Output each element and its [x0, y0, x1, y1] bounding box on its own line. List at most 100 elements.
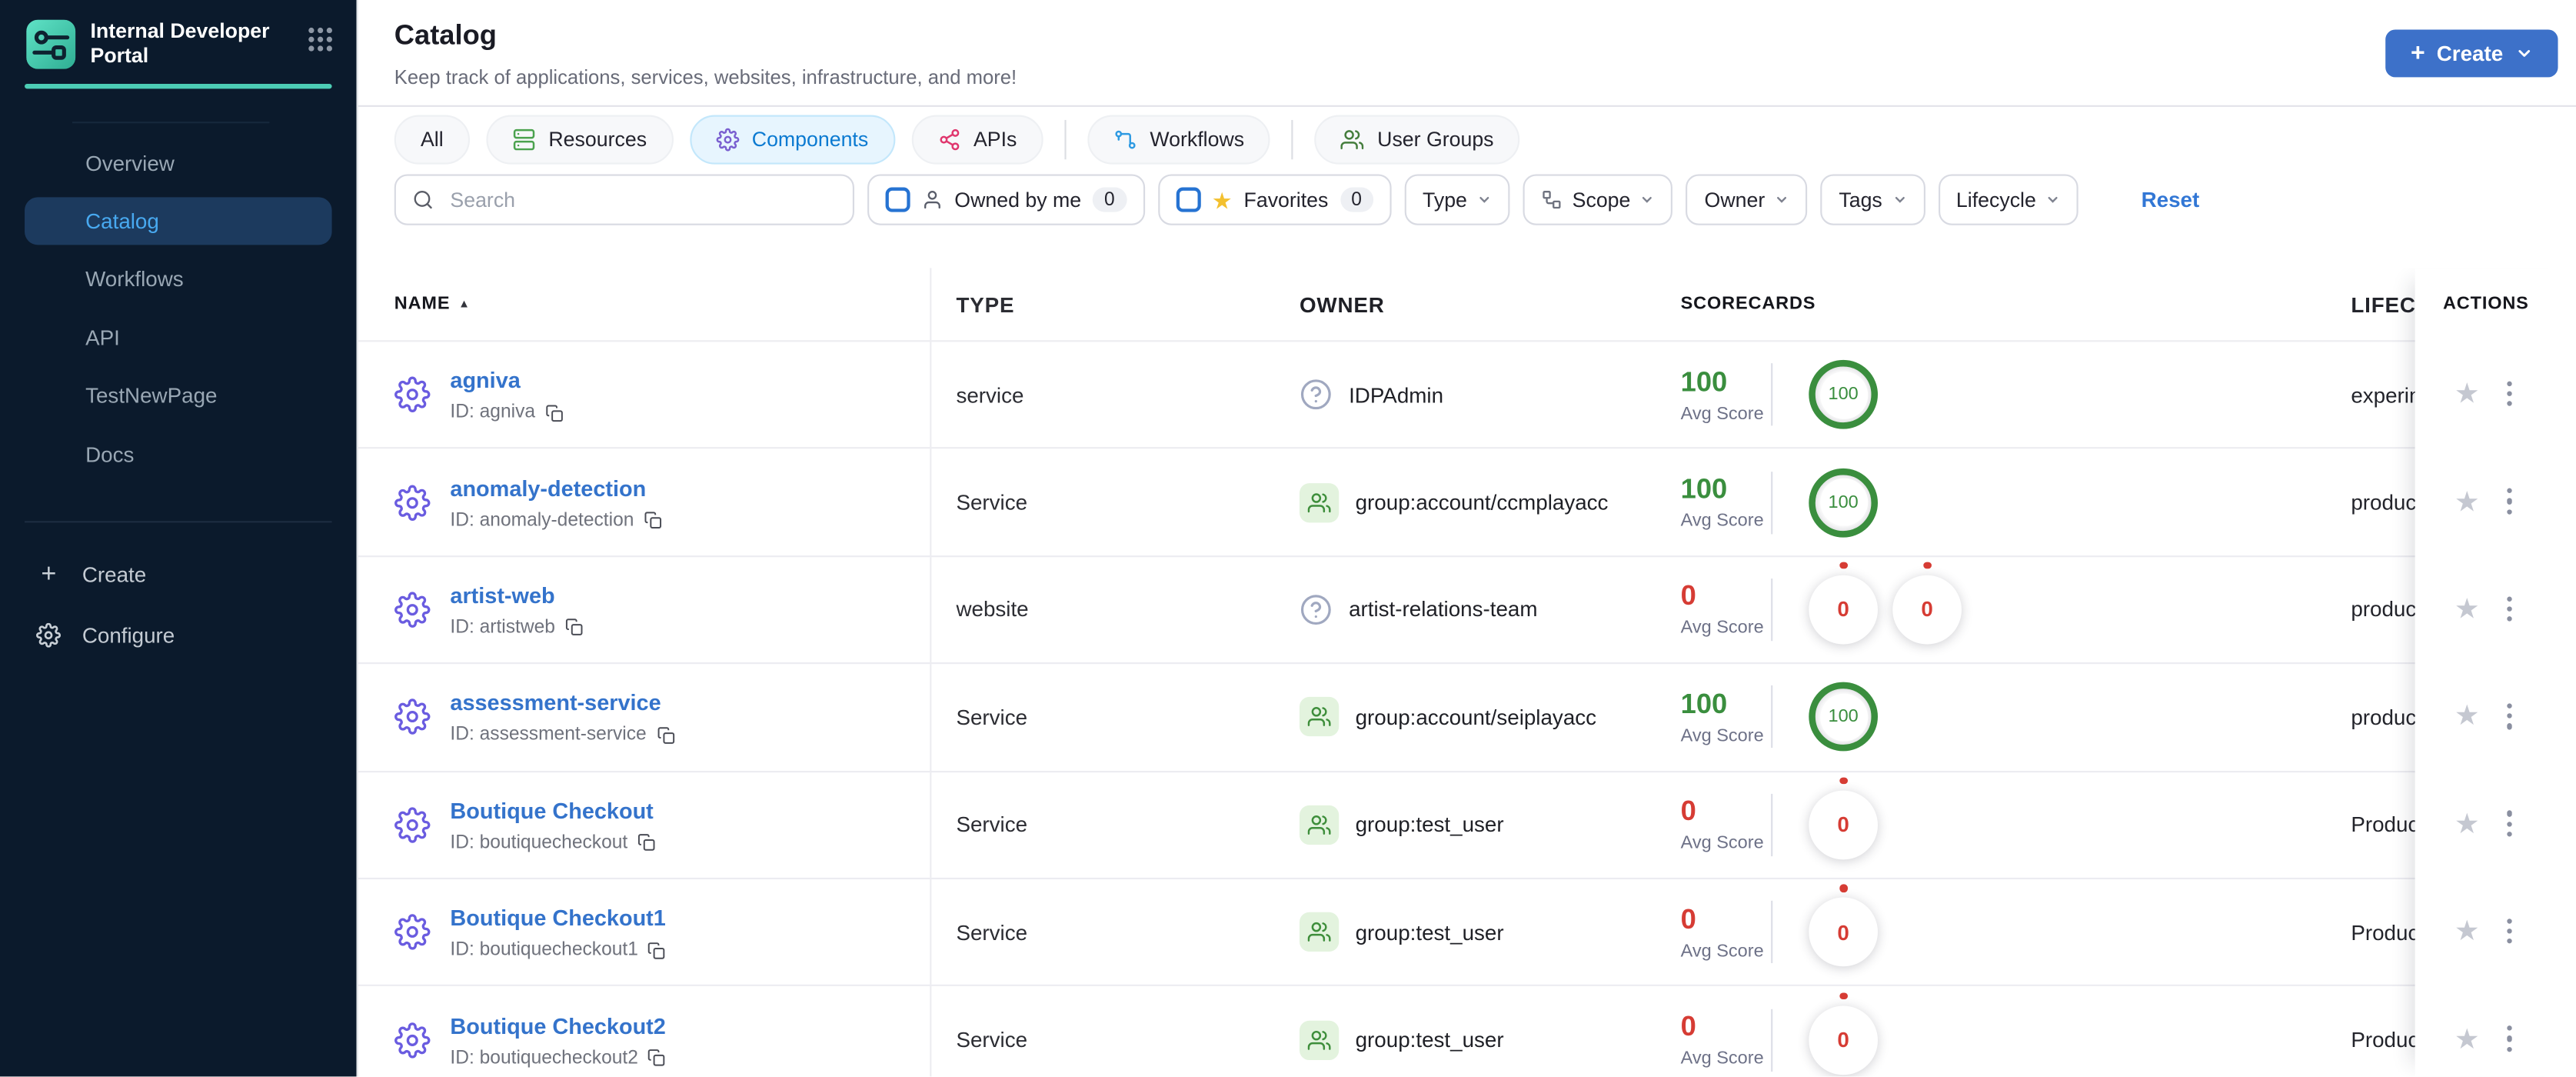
- internal-developer-portal-app: Internal Developer Portal Overview Catal…: [0, 0, 2576, 1077]
- sidebar-item-overview[interactable]: Overview: [0, 134, 357, 192]
- sidebar-divider: [25, 521, 332, 523]
- tab-user-groups[interactable]: User Groups: [1314, 114, 1520, 164]
- scope-tree-icon: [1543, 191, 1561, 209]
- copy-icon[interactable]: [648, 941, 667, 959]
- entity-name-link[interactable]: anomaly-detection: [450, 476, 646, 501]
- entity-name-link[interactable]: artist-web: [450, 583, 554, 608]
- entity-name-link[interactable]: assessment-service: [450, 691, 661, 715]
- scorecard-score-ring[interactable]: 0: [1809, 562, 1879, 645]
- brand: Internal Developer Portal: [0, 0, 357, 69]
- sidebar-item-testnewpage[interactable]: TestNewPage: [0, 366, 357, 425]
- table-row[interactable]: artist-web ID: artistweb website artist-…: [358, 555, 2576, 663]
- favorite-star-icon[interactable]: ★: [2455, 595, 2480, 622]
- owned-by-me-checkbox[interactable]: [885, 187, 910, 212]
- type-dropdown-label: Type: [1423, 188, 1467, 212]
- main-content: Catalog Keep track of applications, serv…: [356, 0, 2576, 1077]
- score-divider: [1771, 685, 1773, 749]
- copy-icon[interactable]: [565, 619, 584, 637]
- sidebar-configure-label: Configure: [82, 622, 175, 648]
- type-dropdown[interactable]: Type: [1404, 174, 1510, 225]
- owner-name: group:test_user: [1355, 919, 1504, 945]
- kebab-menu-icon[interactable]: [2507, 811, 2513, 837]
- owner-dropdown[interactable]: Owner: [1686, 174, 1808, 225]
- favorite-star-icon[interactable]: ★: [2455, 488, 2480, 515]
- sidebar-create-button[interactable]: + Create: [0, 544, 357, 605]
- column-header-owner: OWNER: [1299, 292, 1385, 317]
- server-icon: [513, 128, 535, 150]
- table-row[interactable]: agniva ID: agniva service IDPAdmin 100 Av…: [358, 340, 2576, 448]
- unknown-owner-icon: [1300, 379, 1331, 410]
- table-row[interactable]: anomaly-detection ID: anomaly-detection …: [358, 447, 2576, 555]
- kebab-menu-icon[interactable]: [2507, 919, 2513, 945]
- scorecard-score-ring[interactable]: 0: [1892, 562, 1962, 645]
- favorite-star-icon[interactable]: ★: [2455, 917, 2480, 945]
- favorites-checkbox[interactable]: [1175, 187, 1200, 212]
- entity-name-link[interactable]: Boutique Checkout1: [450, 906, 665, 931]
- tab-all[interactable]: All: [394, 114, 470, 164]
- scorecard-score-ring[interactable]: 0: [1809, 992, 1879, 1075]
- copy-icon[interactable]: [637, 834, 656, 852]
- scope-dropdown[interactable]: Scope: [1523, 174, 1673, 225]
- avg-score-label: Avg Score: [1680, 403, 1764, 424]
- scorecard-score-ring[interactable]: 100: [1809, 682, 1879, 752]
- favorite-star-icon[interactable]: ★: [2455, 702, 2480, 730]
- column-header-scorecards: SCORECARDS: [1680, 294, 1816, 315]
- avg-score-value: 100: [1680, 365, 1728, 398]
- tab-resources[interactable]: Resources: [486, 114, 674, 164]
- owner-dropdown-label: Owner: [1704, 188, 1766, 212]
- chevron-down-icon: [2518, 50, 2530, 57]
- entity-name-link[interactable]: Boutique Checkout2: [450, 1013, 665, 1038]
- table-row[interactable]: Boutique Checkout1 ID: boutiquecheckout1…: [358, 877, 2576, 985]
- scorecard-score-ring[interactable]: 0: [1809, 777, 1879, 859]
- kebab-menu-icon[interactable]: [2507, 703, 2513, 729]
- kebab-menu-icon[interactable]: [2507, 381, 2513, 407]
- entity-name-link[interactable]: Boutique Checkout: [450, 799, 653, 823]
- copy-icon[interactable]: [545, 404, 564, 422]
- favorites-filter[interactable]: ★ Favorites 0: [1157, 174, 1392, 225]
- apps-grid-icon[interactable]: [308, 26, 334, 52]
- entity-id: ID: boutiquecheckout: [450, 832, 628, 853]
- copy-icon[interactable]: [648, 1049, 667, 1067]
- sidebar-item-catalog[interactable]: Catalog: [25, 197, 332, 245]
- favorite-star-icon[interactable]: ★: [2455, 810, 2480, 838]
- table-row[interactable]: Boutique Checkout ID: boutiquecheckout S…: [358, 770, 2576, 878]
- copy-icon[interactable]: [657, 726, 675, 745]
- table-row[interactable]: Boutique Checkout2 ID: boutiquecheckout2…: [358, 985, 2576, 1077]
- reset-filters-link[interactable]: Reset: [2142, 188, 2200, 212]
- favorite-star-icon[interactable]: ★: [2455, 1025, 2480, 1052]
- page-subtitle: Keep track of applications, services, we…: [394, 65, 1017, 89]
- search-input[interactable]: [447, 186, 837, 213]
- sidebar-configure-button[interactable]: Configure: [0, 605, 357, 665]
- owned-by-me-filter[interactable]: Owned by me 0: [867, 174, 1145, 225]
- tab-apis[interactable]: APIs: [910, 114, 1043, 164]
- tab-separator: [1064, 118, 1067, 159]
- scorecard-score-ring[interactable]: 100: [1809, 468, 1879, 537]
- create-button[interactable]: + Create: [2385, 29, 2558, 78]
- scorecard-score-ring[interactable]: 0: [1809, 884, 1879, 967]
- sidebar-item-docs[interactable]: Docs: [0, 425, 357, 483]
- sidebar-item-api[interactable]: API: [0, 308, 357, 367]
- component-gear-icon: [394, 914, 431, 950]
- lifecycle-dropdown-label: Lifecycle: [1955, 188, 2036, 212]
- kebab-menu-icon[interactable]: [2507, 488, 2513, 515]
- column-header-name[interactable]: NAME ▲: [358, 268, 932, 341]
- table-row[interactable]: assessment-service ID: assessment-servic…: [358, 662, 2576, 771]
- kebab-menu-icon[interactable]: [2507, 1025, 2513, 1052]
- tab-all-label: All: [420, 127, 444, 151]
- favorite-star-icon[interactable]: ★: [2455, 380, 2480, 408]
- lifecycle-dropdown[interactable]: Lifecycle: [1938, 174, 2079, 225]
- group-owner-icon: [1299, 912, 1340, 952]
- kebab-menu-icon[interactable]: [2507, 595, 2513, 622]
- tab-workflows[interactable]: Workflows: [1087, 114, 1271, 164]
- nav-top-divider: [72, 121, 270, 123]
- scorecard-score-ring[interactable]: 100: [1809, 360, 1879, 430]
- copy-icon[interactable]: [644, 512, 662, 530]
- entity-name-link[interactable]: agniva: [450, 368, 520, 393]
- sidebar-item-workflows[interactable]: Workflows: [0, 250, 357, 308]
- owner-name: IDPAdmin: [1349, 382, 1444, 408]
- owner-name: group:account/seiplayacc: [1355, 705, 1597, 730]
- entity-type: Service: [956, 489, 1028, 515]
- tags-dropdown[interactable]: Tags: [1820, 174, 1925, 225]
- component-gear-icon: [394, 592, 431, 628]
- tab-components[interactable]: Components: [689, 114, 895, 164]
